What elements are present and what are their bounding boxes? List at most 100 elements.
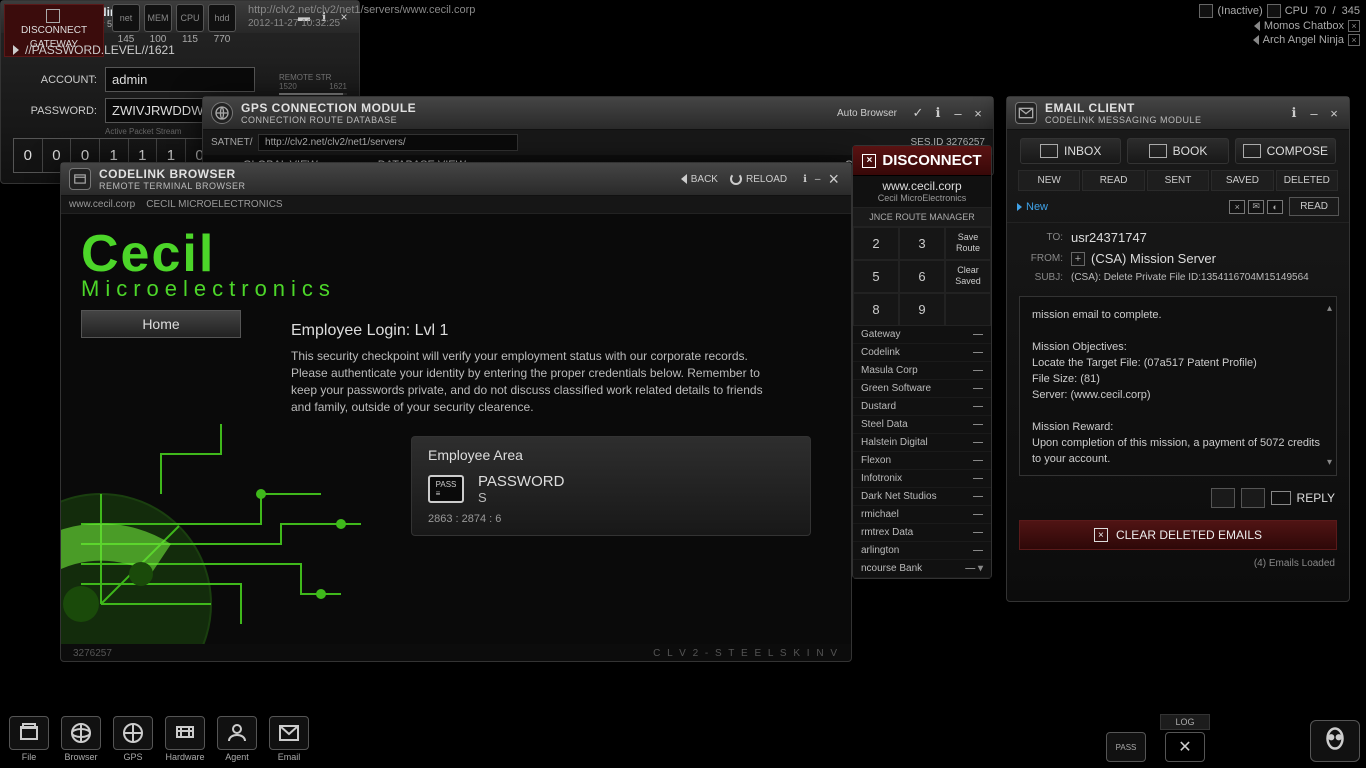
clear-saved-button[interactable]: Clear Saved (945, 260, 991, 293)
close-icon[interactable]: × (1348, 20, 1360, 32)
info-icon[interactable]: ℹ (803, 174, 807, 185)
browser-window: CODELINK BROWSER REMOTE TERMINAL BROWSER… (60, 162, 852, 662)
dock-file[interactable]: File (6, 716, 52, 762)
gps-subtitle: CONNECTION ROUTE DATABASE (241, 115, 416, 125)
dock-agent[interactable]: Agent (214, 716, 260, 762)
log-close-button[interactable]: ✕ (1165, 732, 1205, 762)
bounce-node[interactable]: Masula Corp— (853, 362, 991, 380)
scroll-up-icon[interactable]: ▴ (1327, 301, 1332, 317)
bounce-node[interactable]: arlington— (853, 542, 991, 560)
numpad-2[interactable]: 2 (853, 227, 899, 260)
dock-hardware[interactable]: Hardware (162, 716, 208, 762)
close-icon[interactable]: × (1327, 106, 1341, 120)
email-tab-compose[interactable]: COMPOSE (1235, 138, 1336, 164)
account-input[interactable] (105, 67, 255, 92)
mail-icon[interactable]: ✉ (1248, 200, 1264, 214)
clear-deleted-button[interactable]: ×CLEAR DELETED EMAILS (1019, 520, 1337, 550)
bounce-node[interactable]: Dark Net Studios— (853, 488, 991, 506)
dock-browser[interactable]: Browser (58, 716, 104, 762)
check-icon[interactable]: ✓ (911, 106, 925, 120)
log-label: LOG (1160, 714, 1210, 730)
email-new-label[interactable]: New (1026, 201, 1048, 213)
add-contact-button[interactable]: + (1071, 252, 1085, 266)
chevron-right-icon (1017, 203, 1022, 211)
info-icon[interactable]: ℹ (1287, 106, 1301, 120)
bounce-node[interactable]: rmtrex Data— (853, 524, 991, 542)
browser-footer-id: 3276257 (73, 648, 112, 659)
bounce-panel: ×DISCONNECT www.cecil.corp Cecil MicroEl… (852, 145, 992, 579)
bounce-node[interactable]: Steel Data— (853, 416, 991, 434)
bounce-node[interactable]: Gateway— (853, 326, 991, 344)
minimize-icon[interactable]: – (815, 174, 821, 185)
close-icon[interactable]: × (971, 106, 985, 120)
filter-sent[interactable]: SENT (1147, 170, 1209, 191)
CPU-icon[interactable]: CPU (176, 4, 204, 32)
ninja-label[interactable]: Arch Angel Ninja (1263, 34, 1344, 46)
status-inactive: (Inactive) (1217, 5, 1262, 17)
dock-email[interactable]: Email (266, 716, 312, 762)
email-from: (CSA) Mission Server (1091, 251, 1216, 266)
filter-saved[interactable]: SAVED (1211, 170, 1273, 191)
reply-button[interactable]: REPLY (1271, 491, 1335, 505)
email-title: EMAIL CLIENT (1045, 101, 1202, 115)
disconnect-button[interactable]: ×DISCONNECT (853, 146, 991, 176)
tab-icon (1243, 144, 1261, 158)
status-icon (1199, 4, 1213, 18)
numpad-9[interactable]: 9 (899, 293, 945, 326)
reload-button[interactable]: RELOAD (730, 173, 787, 185)
close-icon[interactable]: × (1348, 34, 1360, 46)
bounce-node[interactable]: Flexon— (853, 452, 991, 470)
delete-icon: × (1094, 528, 1108, 542)
minimize-icon[interactable]: – (1307, 106, 1321, 120)
bounce-node[interactable]: ncourse Bank— ▾ (853, 560, 991, 578)
reply-icon-2[interactable] (1241, 488, 1265, 508)
filter-deleted[interactable]: DELETED (1276, 170, 1338, 191)
satnet-label: SATNET/ (211, 137, 252, 148)
read-button[interactable]: READ (1289, 197, 1339, 216)
reply-icon-1[interactable] (1211, 488, 1235, 508)
cpu-total: 345 (1342, 5, 1360, 17)
close-icon[interactable]: × (828, 169, 839, 190)
mail-icon (1271, 491, 1291, 505)
numpad-6[interactable]: 6 (899, 260, 945, 293)
info-icon[interactable]: ℹ (931, 106, 945, 120)
bounce-node[interactable]: Infotronix— (853, 470, 991, 488)
bounce-host: www.cecil.corp (853, 176, 991, 193)
numpad-8[interactable]: 8 (853, 293, 899, 326)
gps-path: http://clv2.net/clv2/net1/servers/ (258, 134, 518, 151)
mail-icon (1015, 102, 1037, 124)
bounce-node[interactable]: Halstein Digital— (853, 434, 991, 452)
scroll-down-icon[interactable]: ▾ (1327, 455, 1332, 471)
MEM-icon[interactable]: MEM (144, 4, 172, 32)
delete-icon[interactable]: × (1229, 200, 1245, 214)
bounce-node[interactable]: Codelink— (853, 344, 991, 362)
filter-new[interactable]: NEW (1018, 170, 1080, 191)
back-button[interactable]: BACK (681, 174, 718, 185)
bounce-node[interactable]: Green Software— (853, 380, 991, 398)
dock-gps[interactable]: GPS (110, 716, 156, 762)
net-icon[interactable]: net (112, 4, 140, 32)
play-icon (13, 45, 19, 55)
employee-area-title: Employee Area (428, 447, 794, 463)
numpad-5[interactable]: 5 (853, 260, 899, 293)
auto-browser-label[interactable]: Auto Browser (837, 108, 897, 119)
email-subject: (CSA): Delete Private File ID:1354116704… (1071, 272, 1309, 283)
minimize-icon[interactable]: – (951, 106, 965, 120)
avatar-button[interactable] (1310, 720, 1360, 762)
bounce-node[interactable]: Dustard— (853, 398, 991, 416)
hdd-icon[interactable]: hdd (208, 4, 236, 32)
numpad-3[interactable]: 3 (899, 227, 945, 260)
home-button[interactable]: Home (81, 310, 241, 338)
password-sublabel: S (478, 490, 564, 505)
filter-read[interactable]: READ (1082, 170, 1144, 191)
emails-loaded-label: (4) Emails Loaded (1007, 556, 1349, 571)
bounce-node[interactable]: rmichael— (853, 506, 991, 524)
pass-shortcut[interactable]: PASS (1106, 732, 1146, 762)
chatbox-label[interactable]: Momos Chatbox (1264, 20, 1344, 32)
save-route-button[interactable]: Save Route (945, 227, 991, 260)
blank-button[interactable] (945, 293, 991, 326)
user-icon[interactable]: ◐ (1267, 200, 1283, 214)
email-tab-inbox[interactable]: INBOX (1020, 138, 1121, 164)
bit-cell: 0 (14, 139, 43, 172)
email-tab-book[interactable]: BOOK (1127, 138, 1228, 164)
